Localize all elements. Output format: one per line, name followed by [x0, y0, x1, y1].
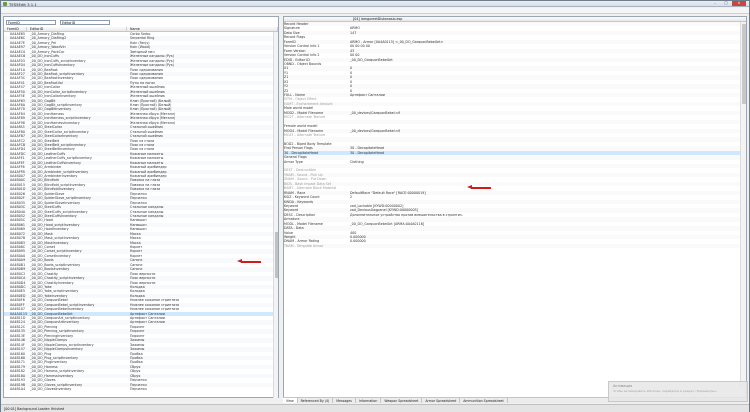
record-fields: Record Header Signature ARMO Data Size 147… [284, 22, 740, 388]
app-icon [3, 2, 7, 6]
tab-weapon-spreadsheet[interactable]: Weapon Spreadsheet [381, 398, 423, 403]
field-label: TNAM - Template Armor [284, 243, 324, 248]
record-editorid: _00_DO_GlovesInventory [30, 387, 72, 391]
tab-armor-spreadsheet[interactable]: Armor Spreadsheet [422, 398, 461, 403]
window-title: TES5Edit 3.1.1 [9, 2, 37, 7]
path-bar: [04] iamgureetDiskonasio.esp \ Armor \ 0… [1, 8, 749, 20]
view-scroll-thumb[interactable] [742, 24, 746, 104]
formid-filter-input[interactable]: FormID [6, 19, 56, 25]
minimize-button[interactable]: – [710, 1, 720, 6]
notice-text: Чтобы активировать Windows, перейдите в … [613, 389, 718, 393]
title-bar: TES5Edit 3.1.1 – □ ✕ [1, 1, 749, 7]
record-list: 0A4AE65 _00_Armory_DiaRing Corbo Sorbo 0A4A… [4, 32, 274, 398]
col-editorid[interactable]: EditorID [27, 27, 127, 31]
record-view-panel: [04] iamgureetDiskonasio.esp Record Head… [283, 16, 747, 398]
tab-information[interactable]: Information [356, 398, 382, 403]
record-tree-panel: FormID EditorID FormID EditorID Name 0A4… [3, 16, 279, 398]
annotation-arrow-left [237, 259, 261, 263]
record-name: Перчатки [130, 387, 147, 391]
maximize-button[interactable]: □ [721, 1, 731, 6]
windows-activation-notice: Активация Чтобы активировать Windows, пе… [608, 381, 748, 402]
field-row[interactable]: TNAM - Template Armor [284, 243, 740, 249]
col-formid[interactable]: FormID [4, 27, 27, 31]
record-formid: 0A4B1A4 [10, 387, 26, 391]
filter-bar: FormID EditorID [6, 17, 278, 27]
tab-messages[interactable]: Messages [333, 398, 356, 403]
view-scrollbar[interactable] [740, 22, 746, 388]
editorid-filter-input[interactable]: EditorID [60, 19, 110, 25]
main-window: TES5Edit 3.1.1 – □ ✕ [04] iamgureetDisko… [0, 0, 750, 412]
record-row[interactable]: 0A4B1A4 _00_DO_GlovesInventory Перчатки [4, 387, 274, 391]
tree-scrollbar[interactable] [273, 32, 278, 398]
view-col-field [284, 17, 350, 21]
status-text: [00:01] Background Loader: finished [4, 407, 65, 411]
notice-title: Активация [613, 384, 633, 388]
col-name[interactable]: Name [127, 27, 278, 31]
close-button[interactable]: ✕ [732, 1, 746, 6]
tab-ammunition-spreadsheet[interactable]: Ammunition Spreadsheet [460, 398, 508, 403]
tab-view[interactable]: View [283, 398, 298, 403]
status-bar: [00:01] Background Loader: finished [1, 404, 749, 412]
tree-scroll-thumb[interactable] [275, 232, 278, 278]
view-col-plugin: [04] iamgureetDiskonasio.esp [353, 17, 403, 21]
tab-referenced-by-4[interactable]: Referenced By (4) [298, 398, 334, 403]
annotation-arrow-right [467, 185, 491, 189]
field-value [346, 244, 736, 248]
